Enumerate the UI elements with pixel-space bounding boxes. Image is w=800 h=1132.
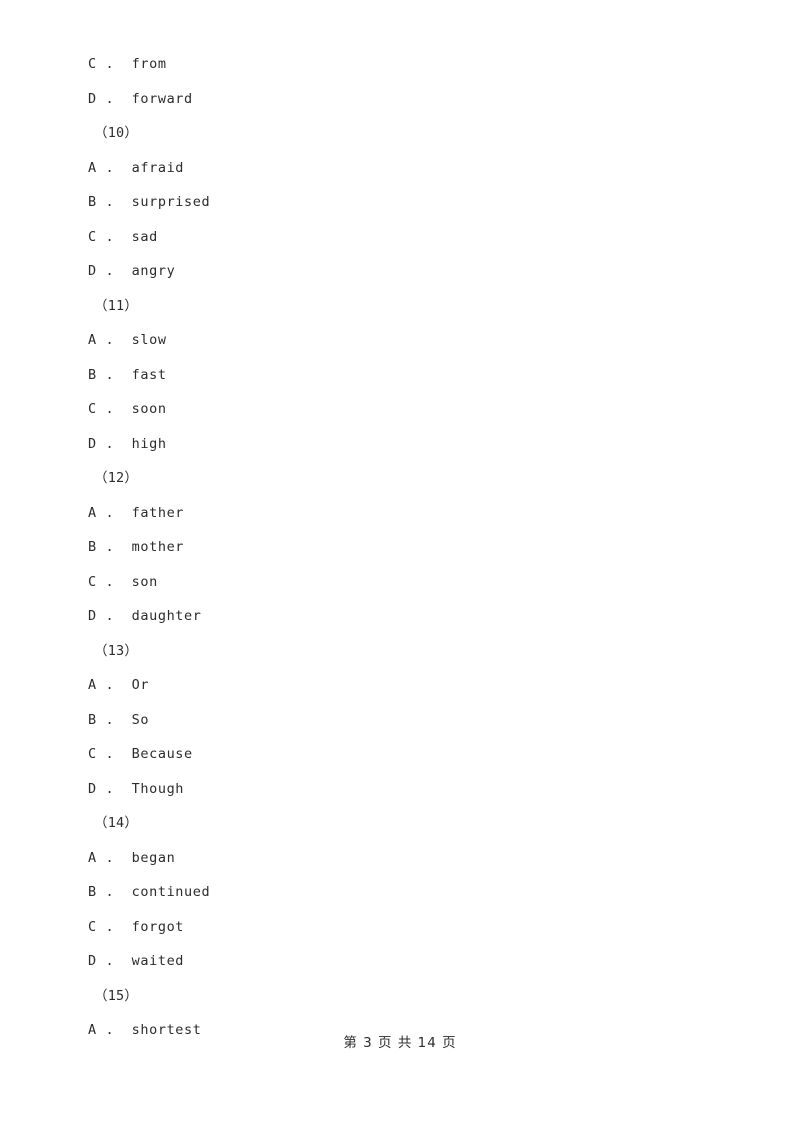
option-separator: . bbox=[105, 194, 115, 210]
option-text: waited bbox=[131, 953, 185, 969]
answer-option: A . afraid bbox=[88, 151, 748, 186]
option-separator: . bbox=[105, 849, 115, 866]
option-letter: B bbox=[88, 711, 97, 728]
option-letter: C bbox=[88, 228, 97, 245]
option-text: daughter bbox=[131, 608, 202, 624]
option-text: fast bbox=[131, 366, 167, 383]
option-separator: . bbox=[105, 435, 115, 452]
option-text: from bbox=[131, 56, 167, 72]
answer-option: C . soon bbox=[88, 392, 748, 427]
document-page: C . from D . forward （10） A . afraid B . sur… bbox=[0, 0, 800, 1132]
option-text: continued bbox=[131, 884, 211, 900]
option-letter: C bbox=[88, 573, 97, 590]
option-separator: . bbox=[105, 504, 115, 521]
option-separator: . bbox=[105, 953, 115, 969]
answer-option: C . son bbox=[88, 565, 748, 600]
option-text: angry bbox=[131, 263, 176, 279]
option-separator: . bbox=[105, 263, 115, 279]
answer-option: D . high bbox=[88, 427, 748, 462]
answer-option: B . surprised bbox=[88, 185, 748, 220]
option-letter: B bbox=[88, 194, 97, 210]
option-separator: . bbox=[105, 608, 115, 624]
answer-option: A . father bbox=[88, 496, 748, 531]
option-letter: D bbox=[88, 608, 97, 624]
option-text: forward bbox=[131, 90, 193, 107]
question-options-list: C . from D . forward （10） A . afraid B . sur… bbox=[88, 47, 748, 1048]
option-separator: . bbox=[105, 539, 115, 555]
option-text: Or bbox=[131, 677, 150, 693]
option-separator: . bbox=[105, 159, 115, 176]
option-separator: . bbox=[105, 366, 115, 383]
option-text: afraid bbox=[131, 159, 185, 176]
question-number: （12） bbox=[94, 470, 139, 486]
option-separator: . bbox=[105, 746, 115, 762]
option-letter: D bbox=[88, 90, 97, 107]
option-text: Because bbox=[131, 746, 193, 762]
option-letter: C bbox=[88, 746, 97, 762]
question-number: （13） bbox=[94, 642, 139, 659]
option-letter: A bbox=[88, 159, 97, 176]
option-letter: C bbox=[88, 56, 97, 72]
answer-option: C . Because bbox=[88, 737, 748, 772]
option-separator: . bbox=[105, 918, 115, 935]
option-separator: . bbox=[105, 56, 115, 72]
answer-option: A . began bbox=[88, 841, 748, 876]
question-number: （14） bbox=[94, 815, 139, 831]
option-text: sad bbox=[131, 228, 158, 245]
option-text: Though bbox=[131, 780, 185, 797]
option-text: mother bbox=[131, 539, 185, 555]
option-separator: . bbox=[105, 677, 115, 693]
answer-option: D . angry bbox=[88, 254, 748, 289]
answer-option: C . sad bbox=[88, 220, 748, 255]
option-letter: C bbox=[88, 401, 97, 417]
option-separator: . bbox=[105, 90, 115, 107]
option-letter: A bbox=[88, 332, 97, 348]
option-letter: A bbox=[88, 849, 97, 866]
option-letter: D bbox=[88, 435, 97, 452]
option-letter: D bbox=[88, 263, 97, 279]
option-letter: B bbox=[88, 884, 97, 900]
answer-option: A . Or bbox=[88, 668, 748, 703]
option-letter: D bbox=[88, 953, 97, 969]
option-letter: A bbox=[88, 677, 97, 693]
option-letter: D bbox=[88, 780, 97, 797]
answer-option: C . forgot bbox=[88, 910, 748, 945]
answer-option: D . daughter bbox=[88, 599, 748, 634]
option-letter: B bbox=[88, 539, 97, 555]
option-text: forgot bbox=[131, 918, 185, 935]
answer-option: B . So bbox=[88, 703, 748, 738]
option-letter: A bbox=[88, 504, 97, 521]
answer-option: B . fast bbox=[88, 358, 748, 393]
answer-option: D . forward bbox=[88, 82, 748, 117]
question-number: （11） bbox=[94, 297, 139, 314]
answer-option: D . waited bbox=[88, 944, 748, 979]
option-text: surprised bbox=[131, 194, 211, 210]
option-separator: . bbox=[105, 401, 115, 417]
option-text: high bbox=[131, 435, 167, 452]
option-separator: . bbox=[105, 780, 115, 797]
option-text: slow bbox=[131, 332, 167, 348]
option-separator: . bbox=[105, 332, 115, 348]
answer-option: B . mother bbox=[88, 530, 748, 565]
option-separator: . bbox=[105, 884, 115, 900]
question-number: （15） bbox=[94, 987, 139, 1004]
answer-option: D . Though bbox=[88, 772, 748, 807]
option-text: son bbox=[131, 573, 158, 590]
option-letter: C bbox=[88, 918, 97, 935]
answer-option: B . continued bbox=[88, 875, 748, 910]
option-separator: . bbox=[105, 573, 115, 590]
option-text: soon bbox=[131, 401, 167, 417]
option-text: began bbox=[131, 849, 176, 866]
page-footer: 第 3 页 共 14 页 bbox=[343, 1035, 457, 1051]
option-text: father bbox=[131, 504, 185, 521]
option-separator: . bbox=[105, 228, 115, 245]
answer-option: C . from bbox=[88, 47, 748, 82]
option-separator: . bbox=[105, 711, 115, 728]
option-text: So bbox=[131, 711, 150, 728]
answer-option: A . slow bbox=[88, 323, 748, 358]
option-letter: B bbox=[88, 366, 97, 383]
question-number: （10） bbox=[94, 125, 139, 141]
